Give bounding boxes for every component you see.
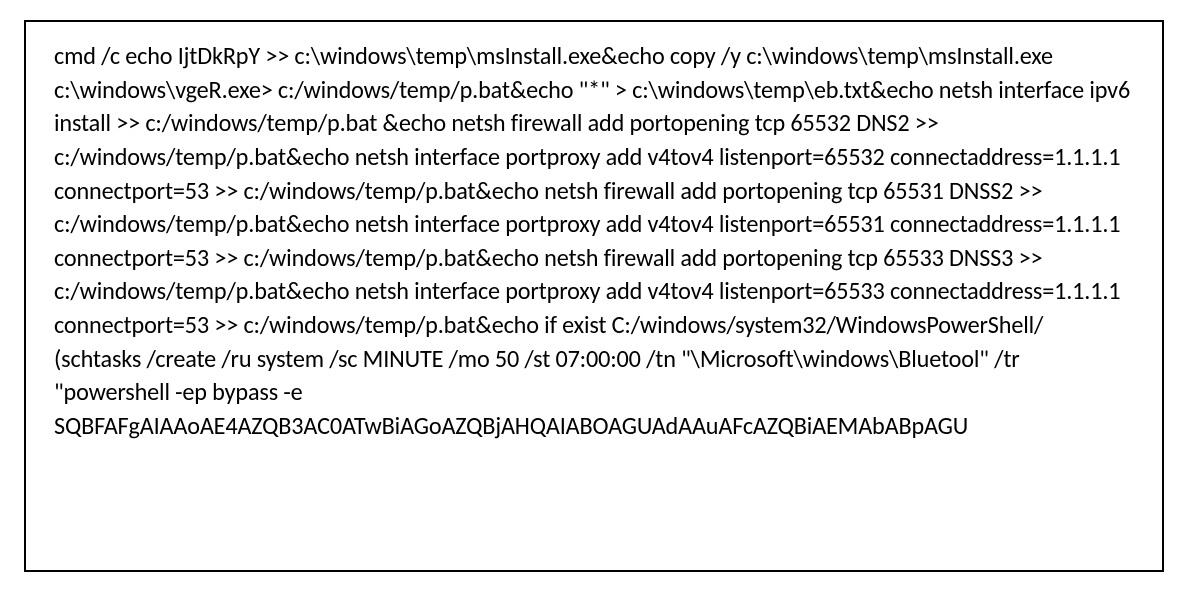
code-block-container: cmd /c echo IjtDkRpY >> c:\windows\temp\… — [24, 20, 1164, 572]
code-content-text: cmd /c echo IjtDkRpY >> c:\windows\temp\… — [54, 40, 1134, 444]
